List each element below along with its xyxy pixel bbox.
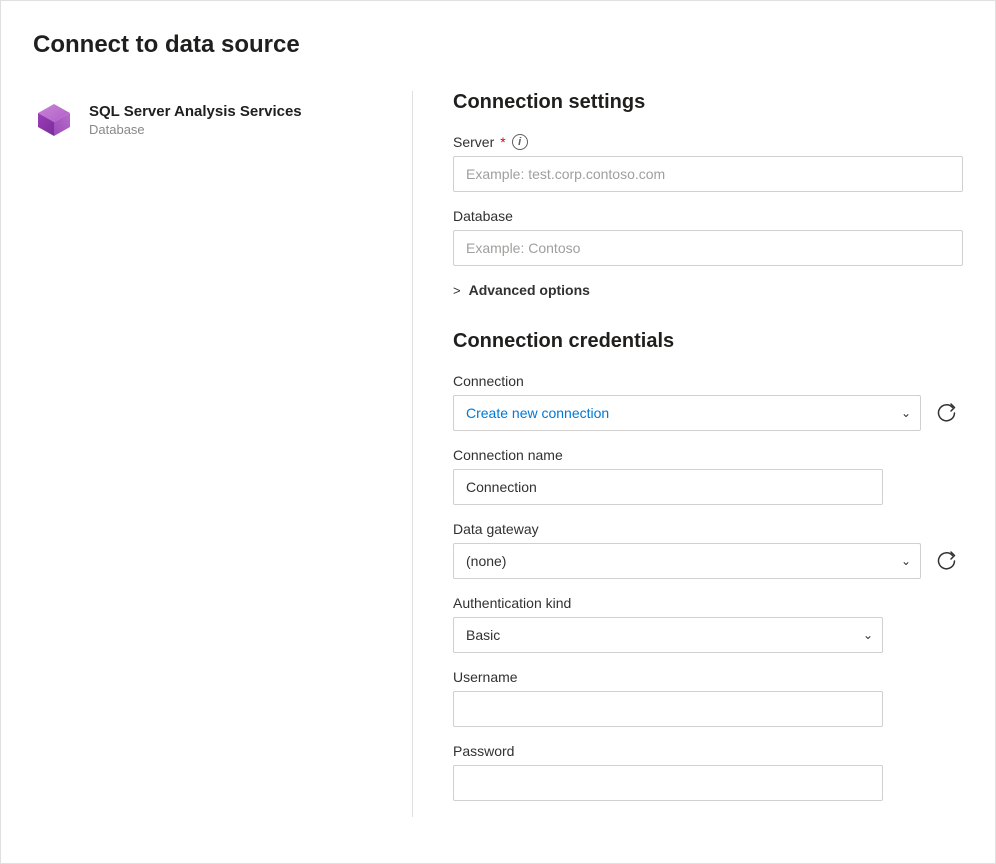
server-field-group: Server * i: [453, 134, 963, 192]
password-input[interactable]: [453, 765, 883, 801]
source-type: Database: [89, 122, 302, 137]
connection-name-input[interactable]: [453, 469, 883, 505]
source-name: SQL Server Analysis Services: [89, 103, 302, 120]
connection-dropdown-field: Create new connection ⌄: [453, 395, 921, 431]
main-layout: SQL Server Analysis Services Database Co…: [33, 91, 963, 817]
source-item: SQL Server Analysis Services Database: [33, 99, 372, 141]
username-field-group: Username: [453, 669, 963, 727]
database-label: Database: [453, 208, 963, 224]
data-gateway-select[interactable]: (none): [453, 543, 921, 579]
left-panel: SQL Server Analysis Services Database: [33, 91, 413, 817]
data-gateway-dropdown-field: (none) ⌄: [453, 543, 921, 579]
right-panel: Connection settings Server * i Database: [413, 91, 963, 817]
server-input[interactable]: [453, 156, 963, 192]
refresh-icon-2: [937, 551, 957, 571]
data-gateway-dropdown-wrapper: (none) ⌄: [453, 543, 963, 579]
refresh-icon: [937, 403, 957, 423]
advanced-options-toggle[interactable]: > Advanced options: [453, 282, 963, 298]
database-input[interactable]: [453, 230, 963, 266]
cube-icon: [33, 99, 75, 141]
connection-name-field-group: Connection name: [453, 447, 963, 505]
data-gateway-field-group: Data gateway (none) ⌄: [453, 521, 963, 579]
database-field-group: Database: [453, 208, 963, 266]
connection-refresh-button[interactable]: [931, 397, 963, 429]
page-container: Connect to data source: [0, 0, 996, 864]
auth-kind-label: Authentication kind: [453, 595, 963, 611]
connection-settings-title: Connection settings: [453, 91, 963, 114]
connection-dropdown-wrapper: Create new connection ⌄: [453, 395, 963, 431]
connection-credentials-section: Connection credentials Connection Create…: [453, 330, 963, 801]
auth-kind-dropdown-field: Basic Windows OAuth2 ⌄: [453, 617, 883, 653]
connection-field-group: Connection Create new connection ⌄: [453, 373, 963, 431]
password-field-group: Password: [453, 743, 963, 801]
auth-kind-select[interactable]: Basic Windows OAuth2: [453, 617, 883, 653]
chevron-right-icon: >: [453, 283, 461, 298]
data-gateway-refresh-button[interactable]: [931, 545, 963, 577]
source-info: SQL Server Analysis Services Database: [89, 103, 302, 137]
server-label: Server * i: [453, 134, 963, 150]
connection-label: Connection: [453, 373, 963, 389]
advanced-options-label: Advanced options: [469, 282, 590, 298]
connection-name-label: Connection name: [453, 447, 963, 463]
username-label: Username: [453, 669, 963, 685]
connection-select[interactable]: Create new connection: [453, 395, 921, 431]
auth-kind-field-group: Authentication kind Basic Windows OAuth2…: [453, 595, 963, 653]
info-icon[interactable]: i: [512, 134, 528, 150]
required-asterisk: *: [500, 134, 505, 150]
password-label: Password: [453, 743, 963, 759]
data-gateway-label: Data gateway: [453, 521, 963, 537]
username-input[interactable]: [453, 691, 883, 727]
connection-credentials-title: Connection credentials: [453, 330, 963, 353]
page-title: Connect to data source: [33, 31, 963, 59]
